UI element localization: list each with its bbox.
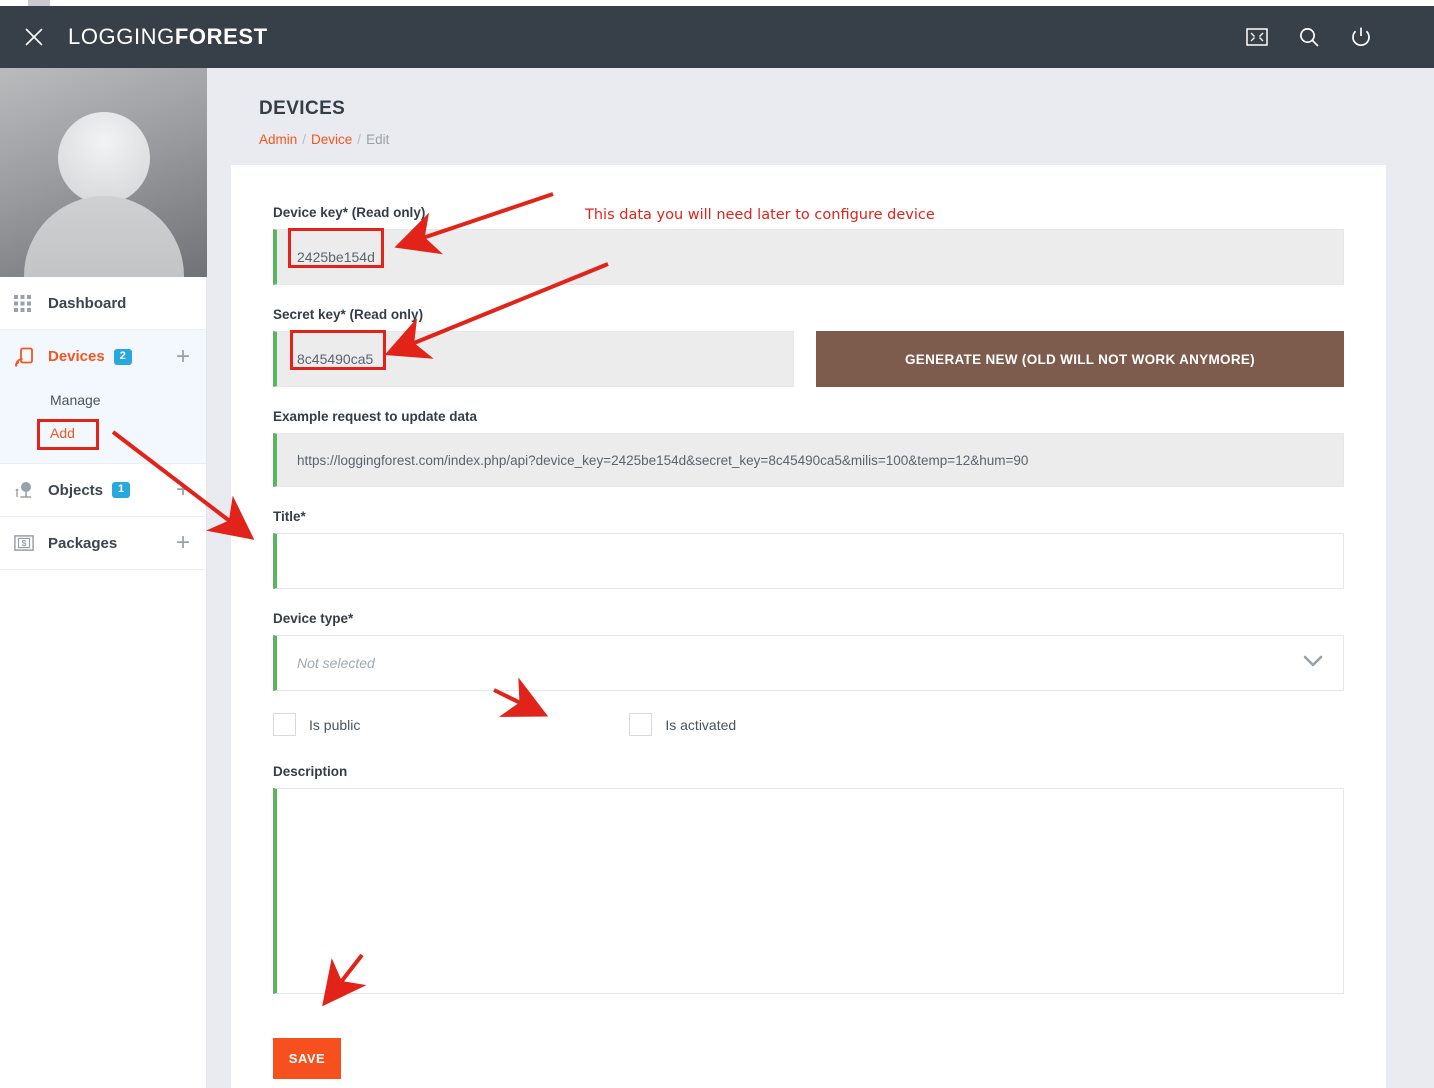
sidebar-item-dashboard[interactable]: Dashboard <box>0 277 206 330</box>
avatar <box>0 68 207 277</box>
field-secret-key: Secret key* (Read only) 8c45490ca5 GENER… <box>273 307 1344 387</box>
field-device-key: Device key* (Read only) 2425be154d <box>273 205 1344 285</box>
secret-key-col: 8c45490ca5 <box>273 331 794 387</box>
field-label: Device key* (Read only) <box>273 205 426 220</box>
grid-icon <box>14 294 48 312</box>
field-label: Secret key* (Read only) <box>273 307 424 322</box>
page-header: DEVICES Admin / Device / Edit <box>207 68 1434 147</box>
breadcrumb: Admin / Device / Edit <box>259 132 1434 147</box>
add-package-plus-icon[interactable]: + <box>176 531 190 555</box>
sidebar-subitem-label: Add <box>50 424 75 441</box>
device-form-card: Device key* (Read only) 2425be154d Secre… <box>231 165 1386 1088</box>
sidebar-submenu-devices: Manage Add <box>0 383 206 464</box>
main-content: DEVICES Admin / Device / Edit Device key* (R… <box>207 68 1434 1088</box>
sidebar: Dashboard Devices 2 + Manage Add Objects… <box>0 68 207 1088</box>
add-object-plus-icon[interactable]: + <box>176 478 190 502</box>
sidebar-item-objects[interactable]: Objects 1 + <box>0 464 206 517</box>
app-brand[interactable]: LOGGINGFOREST <box>68 24 268 50</box>
is-activated-checkbox[interactable]: Is activated <box>629 713 736 736</box>
sidebar-item-label: Objects <box>48 481 104 499</box>
sidebar-badge-objects: 1 <box>112 482 131 498</box>
description-textarea[interactable] <box>273 788 1344 994</box>
device-type-select[interactable]: Not selected <box>273 635 1344 691</box>
add-device-plus-icon[interactable]: + <box>176 344 190 369</box>
sidebar-subitem-label: Manage <box>50 391 101 408</box>
brand-light: LOGGING <box>68 24 175 49</box>
sidebar-item-label: Dashboard <box>48 294 127 312</box>
avatar-head <box>57 112 150 204</box>
title-input[interactable] <box>273 533 1344 589</box>
brand-bold: FOREST <box>174 24 268 49</box>
field-device-type: Device type* Not selected <box>273 611 1344 691</box>
breadcrumb-admin[interactable]: Admin <box>259 132 297 147</box>
sidebar-subitem-add[interactable]: Add <box>0 416 206 449</box>
field-label: Device type* <box>273 611 354 626</box>
close-icon[interactable] <box>0 6 68 68</box>
breadcrumb-device[interactable]: Device <box>311 132 352 147</box>
broadcast-device-icon <box>14 347 48 367</box>
money-box-icon: $ <box>14 535 48 551</box>
field-label: Example request to update data <box>273 409 478 424</box>
example-request-value-box: https://loggingforest.com/index.php/api?… <box>273 433 1344 487</box>
chevron-down-icon[interactable] <box>1303 655 1323 671</box>
generate-col: GENERATE NEW (OLD WILL NOT WORK ANYMORE) <box>816 331 1344 387</box>
breadcrumb-current: Edit <box>366 132 390 147</box>
is-activated-label: Is activated <box>665 716 737 733</box>
device-key-input[interactable]: 2425be154d <box>273 229 1344 285</box>
avatar-body <box>23 196 184 277</box>
checkbox-box[interactable] <box>273 713 296 736</box>
sidebar-item-label: Devices <box>48 348 105 365</box>
save-button[interactable]: SAVE <box>273 1038 341 1079</box>
example-request-url: https://loggingforest.com/index.php/api?… <box>297 452 1029 468</box>
sensor-tree-icon <box>14 481 48 499</box>
is-public-checkbox[interactable]: Is public <box>273 713 360 736</box>
page-title: DEVICES <box>259 98 346 119</box>
header-actions <box>1242 22 1434 52</box>
breadcrumb-sep: / <box>302 132 307 147</box>
fullscreen-icon[interactable] <box>1242 22 1272 52</box>
power-icon[interactable] <box>1346 22 1376 52</box>
breadcrumb-sep: / <box>357 132 362 147</box>
field-title: Title* <box>273 509 1344 589</box>
sidebar-item-packages[interactable]: $ Packages + <box>0 517 206 570</box>
app-header: LOGGINGFOREST <box>0 6 1434 68</box>
secret-key-row: 8c45490ca5 GENERATE NEW (OLD WILL NOT WO… <box>273 331 1344 387</box>
secret-key-input[interactable]: 8c45490ca5 <box>273 331 794 387</box>
generate-new-key-button[interactable]: GENERATE NEW (OLD WILL NOT WORK ANYMORE) <box>816 331 1344 387</box>
is-public-label: Is public <box>309 716 361 733</box>
field-label: Title* <box>273 509 306 524</box>
sidebar-item-devices[interactable]: Devices 2 + <box>0 330 206 383</box>
secret-key-value: 8c45490ca5 <box>297 351 374 367</box>
sidebar-subitem-manage[interactable]: Manage <box>0 383 206 416</box>
search-icon[interactable] <box>1294 22 1324 52</box>
checkbox-box[interactable] <box>629 713 653 736</box>
svg-text:$: $ <box>22 538 27 548</box>
sidebar-item-label: Packages <box>48 534 118 552</box>
field-description: Description <box>273 764 1344 994</box>
field-label: Description <box>273 764 348 779</box>
field-example-request: Example request to update data https://l… <box>273 409 1344 487</box>
sidebar-badge-devices: 2 <box>113 348 132 365</box>
checkbox-row: Is public Is activated <box>273 713 1344 736</box>
device-key-value: 2425be154d <box>297 249 375 265</box>
device-type-placeholder: Not selected <box>297 655 375 671</box>
app-root: LOGGINGFOREST Dashboard Devices 2 + Mana… <box>0 0 1434 1088</box>
